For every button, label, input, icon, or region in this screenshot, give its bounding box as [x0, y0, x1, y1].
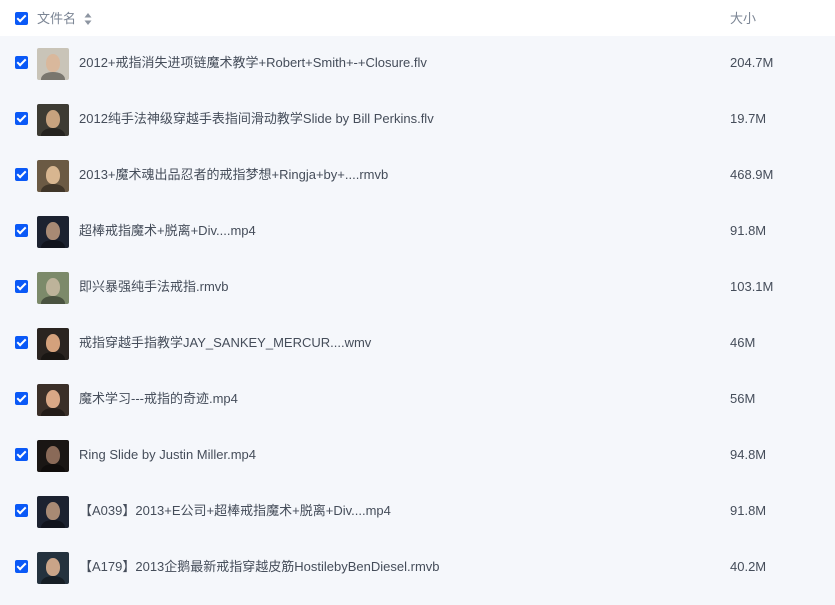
file-name-link[interactable]: 戒指穿越手指教学JAY_SANKEY_MERCUR....wmv: [79, 334, 371, 352]
column-header-size[interactable]: 大小: [730, 10, 756, 28]
file-size: 103.1M: [730, 279, 774, 294]
file-size: 40.2M: [730, 559, 767, 574]
video-thumbnail: [37, 440, 69, 472]
file-row-checkbox[interactable]: [15, 504, 28, 517]
file-row[interactable]: 超棒戒指魔术+脱离+Div....mp4 91.8M: [0, 203, 835, 259]
video-thumbnail: [37, 552, 69, 584]
file-row[interactable]: 【A039】2013+E公司+超棒戒指魔术+脱离+Div....mp4 91.8M: [0, 483, 835, 539]
file-name-link[interactable]: 魔术学习---戒指的奇迹.mp4: [79, 390, 238, 408]
video-thumbnail: [37, 496, 69, 528]
video-thumbnail: [37, 104, 69, 136]
file-size: 94.8M: [730, 447, 767, 462]
file-row-checkbox[interactable]: [15, 336, 28, 349]
video-thumbnail: [37, 328, 69, 360]
file-size: 91.8M: [730, 223, 767, 238]
file-size: 91.8M: [730, 503, 767, 518]
file-row-checkbox[interactable]: [15, 224, 28, 237]
video-thumbnail: [37, 48, 69, 80]
file-row[interactable]: Ring Slide by Justin Miller.mp4 94.8M: [0, 427, 835, 483]
column-header-filename[interactable]: 文件名: [37, 10, 76, 28]
file-row-checkbox[interactable]: [15, 112, 28, 125]
file-row[interactable]: 即兴暴强纯手法戒指.rmvb 103.1M: [0, 259, 835, 315]
file-name-link[interactable]: 即兴暴强纯手法戒指.rmvb: [79, 278, 229, 296]
video-thumbnail: [37, 160, 69, 192]
file-size: 19.7M: [730, 111, 767, 126]
file-row[interactable]: 戒指穿越手指教学JAY_SANKEY_MERCUR....wmv 46M: [0, 315, 835, 371]
file-size: 204.7M: [730, 55, 774, 70]
video-thumbnail: [37, 384, 69, 416]
file-row-checkbox[interactable]: [15, 392, 28, 405]
file-name-link[interactable]: 2013+魔术魂出品忍者的戒指梦想+Ringja+by+....rmvb: [79, 166, 388, 184]
file-name-link[interactable]: 【A039】2013+E公司+超棒戒指魔术+脱离+Div....mp4: [79, 502, 391, 520]
sort-updown-icon[interactable]: [84, 13, 92, 25]
video-thumbnail: [37, 272, 69, 304]
file-row[interactable]: 【A179】2013企鹅最新戒指穿越皮筋HostilebyBenDiesel.r…: [0, 539, 835, 595]
list-header: 文件名 大小: [0, 0, 835, 36]
file-size: 46M: [730, 335, 756, 350]
select-all-checkbox[interactable]: [15, 12, 28, 25]
file-name-link[interactable]: 超棒戒指魔术+脱离+Div....mp4: [79, 222, 256, 240]
file-row-checkbox[interactable]: [15, 280, 28, 293]
file-row-checkbox[interactable]: [15, 168, 28, 181]
file-name-link[interactable]: 【A179】2013企鹅最新戒指穿越皮筋HostilebyBenDiesel.r…: [79, 558, 440, 576]
file-list: 文件名 大小 2012+戒指消失进项链魔术教学+Robert+Smith+-+C…: [0, 0, 835, 605]
file-name-link[interactable]: 2012纯手法神级穿越手表指间滑动教学Slide by Bill Perkins…: [79, 110, 434, 128]
file-row[interactable]: 2012纯手法神级穿越手表指间滑动教学Slide by Bill Perkins…: [0, 91, 835, 147]
file-name-link[interactable]: 2012+戒指消失进项链魔术教学+Robert+Smith+-+Closure.…: [79, 54, 427, 72]
file-row[interactable]: 2013+魔术魂出品忍者的戒指梦想+Ringja+by+....rmvb 468.…: [0, 147, 835, 203]
video-thumbnail: [37, 216, 69, 248]
file-row-checkbox[interactable]: [15, 560, 28, 573]
file-row-checkbox[interactable]: [15, 56, 28, 69]
file-row-checkbox[interactable]: [15, 448, 28, 461]
file-name-link[interactable]: Ring Slide by Justin Miller.mp4: [79, 446, 256, 464]
file-row[interactable]: 魔术学习---戒指的奇迹.mp4 56M: [0, 371, 835, 427]
file-size: 468.9M: [730, 167, 774, 182]
file-size: 56M: [730, 391, 756, 406]
file-row[interactable]: 2012+戒指消失进项链魔术教学+Robert+Smith+-+Closure.…: [0, 35, 835, 91]
